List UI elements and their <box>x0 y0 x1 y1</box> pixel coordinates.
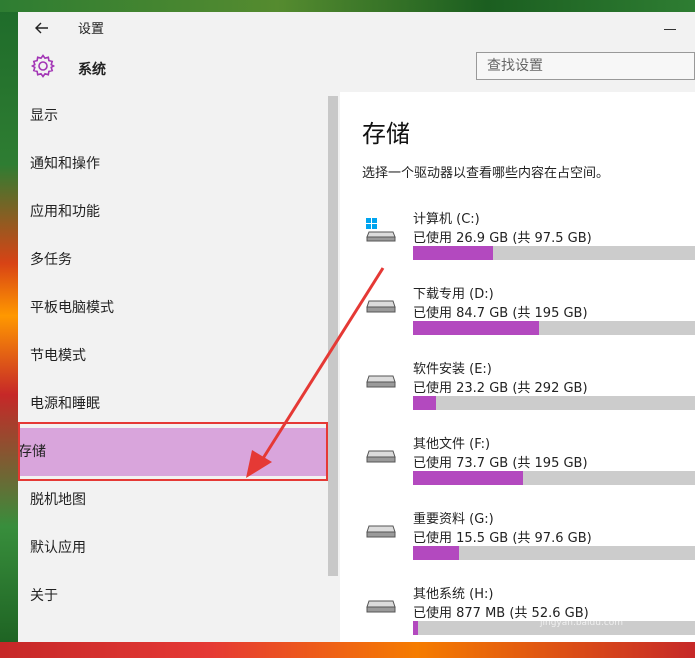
usage-bar <box>413 246 695 260</box>
hard-drive-icon <box>366 443 396 463</box>
drive-name: 软件安装 (E:) <box>413 362 492 377</box>
usage-bar-fill <box>413 621 418 635</box>
drive-name: 下载专用 (D:) <box>413 287 494 302</box>
drive-usage: 已使用 84.7 GB (共 195 GB) <box>413 306 588 321</box>
usage-bar-fill <box>413 546 460 560</box>
storage-panel: 存储 选择一个驱动器以查看哪些内容在占空间。 计算机 (C:) 已使用 26.9… <box>340 92 695 642</box>
sidebar-scrollbar[interactable] <box>328 96 338 576</box>
usage-bar <box>413 321 695 335</box>
settings-window: 设置 系统 显示 通知和操作 应用和功能 多任务 平板电脑模式 节电模式 电源和… <box>18 12 695 642</box>
usage-bar <box>413 471 695 485</box>
sidebar-item-label: 应用和功能 <box>30 204 100 220</box>
sidebar-item-tablet-mode[interactable]: 平板电脑模式 <box>18 284 328 332</box>
drive-usage: 已使用 23.2 GB (共 292 GB) <box>413 381 588 396</box>
hard-drive-icon <box>366 293 396 313</box>
page-title: 存储 <box>362 120 410 148</box>
sidebar-item-label: 多任务 <box>30 252 72 268</box>
drive-usage: 已使用 73.7 GB (共 195 GB) <box>413 456 588 471</box>
drive-name: 其他文件 (F:) <box>413 437 491 452</box>
sidebar-item-label: 通知和操作 <box>30 156 100 172</box>
drive-item-e[interactable]: 软件安装 (E:) 已使用 23.2 GB (共 292 GB) <box>340 358 695 428</box>
back-button[interactable] <box>30 18 54 38</box>
usage-bar-fill <box>413 396 436 410</box>
drive-name: 其他系统 (H:) <box>413 587 494 602</box>
desktop-background-left <box>0 0 18 658</box>
drive-usage: 已使用 15.5 GB (共 97.6 GB) <box>413 531 592 546</box>
watermark-text: Baidu 经验 <box>540 586 629 605</box>
sidebar-item-default-apps[interactable]: 默认应用 <box>18 524 328 572</box>
back-arrow-icon <box>35 22 48 34</box>
sidebar-nav: 显示 通知和操作 应用和功能 多任务 平板电脑模式 节电模式 电源和睡眠 存储 … <box>18 92 338 642</box>
window-title: 设置 <box>78 22 105 37</box>
settings-header: 系统 <box>18 44 695 92</box>
watermark-url: jingyan.baidu.com <box>540 618 624 628</box>
sidebar-item-label: 关于 <box>30 588 58 604</box>
hard-drive-icon <box>366 368 396 388</box>
drive-item-c[interactable]: 计算机 (C:) 已使用 26.9 GB (共 97.5 GB) <box>340 208 695 278</box>
hard-drive-icon <box>366 593 396 613</box>
sidebar-item-label: 电源和睡眠 <box>30 396 100 412</box>
sidebar-item-about[interactable]: 关于 <box>18 572 328 620</box>
desktop-background-bottom <box>0 642 695 658</box>
page-description: 选择一个驱动器以查看哪些内容在占空间。 <box>362 166 610 181</box>
drive-item-h[interactable]: 其他系统 (H:) 已使用 877 MB (共 52.6 GB) <box>340 583 695 642</box>
usage-bar-fill <box>413 321 539 335</box>
sidebar-item-label: 显示 <box>30 108 58 124</box>
windows-drive-icon <box>366 218 396 242</box>
drive-usage: 已使用 26.9 GB (共 97.5 GB) <box>413 231 592 246</box>
sidebar-item-display[interactable]: 显示 <box>18 92 328 140</box>
sidebar-item-power-sleep[interactable]: 电源和睡眠 <box>18 380 328 428</box>
search-input[interactable] <box>477 53 694 79</box>
title-bar: 设置 <box>18 12 695 44</box>
sidebar-item-notifications[interactable]: 通知和操作 <box>18 140 328 188</box>
sidebar-item-offline-maps[interactable]: 脱机地图 <box>18 476 328 524</box>
sidebar-item-battery-saver[interactable]: 节电模式 <box>18 332 328 380</box>
drive-item-f[interactable]: 其他文件 (F:) 已使用 73.7 GB (共 195 GB) <box>340 433 695 503</box>
minimize-button[interactable] <box>658 18 688 38</box>
highlight-box <box>18 422 328 481</box>
sidebar-item-label: 脱机地图 <box>30 492 86 508</box>
usage-bar-fill <box>413 246 494 260</box>
sidebar-item-apps[interactable]: 应用和功能 <box>18 188 328 236</box>
section-title: 系统 <box>78 62 106 78</box>
gear-icon <box>30 54 56 78</box>
sidebar-item-label: 默认应用 <box>30 540 86 556</box>
drive-name: 计算机 (C:) <box>413 212 480 227</box>
drive-item-g[interactable]: 重要资料 (G:) 已使用 15.5 GB (共 97.6 GB) <box>340 508 695 578</box>
desktop-background-top <box>0 0 695 12</box>
sidebar-item-label: 节电模式 <box>30 348 86 364</box>
sidebar-item-label: 平板电脑模式 <box>30 300 114 316</box>
search-box[interactable] <box>476 52 695 80</box>
drive-name: 重要资料 (G:) <box>413 512 494 527</box>
drive-item-d[interactable]: 下载专用 (D:) 已使用 84.7 GB (共 195 GB) <box>340 283 695 353</box>
sidebar-item-multitasking[interactable]: 多任务 <box>18 236 328 284</box>
usage-bar-fill <box>413 471 523 485</box>
usage-bar <box>413 396 695 410</box>
hard-drive-icon <box>366 518 396 538</box>
usage-bar <box>413 546 695 560</box>
